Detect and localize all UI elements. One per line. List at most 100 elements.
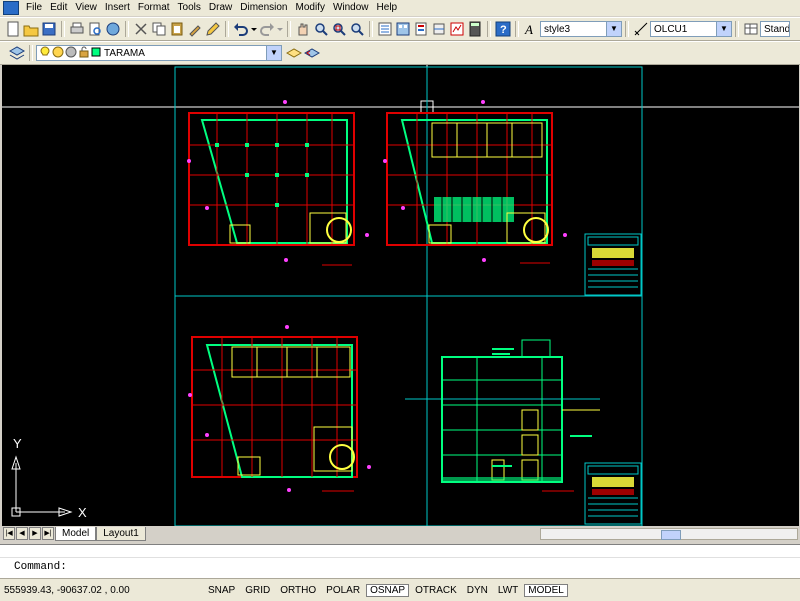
coordinate-readout[interactable]: 555939.43, -90637.02 , 0.00	[0, 585, 204, 596]
menu-format[interactable]: Format	[134, 0, 174, 16]
svg-text:?: ?	[500, 24, 507, 36]
next-tab-icon[interactable]: ▶	[29, 527, 41, 540]
menu-help[interactable]: Help	[373, 0, 402, 16]
menu-draw[interactable]: Draw	[205, 0, 236, 16]
menu-file[interactable]: File	[22, 0, 46, 16]
publish-icon[interactable]	[105, 21, 121, 37]
chevron-down-icon[interactable]: ▼	[606, 22, 621, 36]
open-icon[interactable]	[23, 21, 39, 37]
table-style-icon[interactable]	[743, 21, 759, 37]
chevron-down-icon[interactable]: ▼	[716, 22, 731, 36]
command-prompt[interactable]: Command:	[0, 558, 800, 576]
table-style-value: Stand	[764, 23, 789, 35]
status-bar: 555939.43, -90637.02 , 0.00 SNAP GRID OR…	[0, 578, 800, 601]
menu-bar: File Edit View Insert Format Tools Draw …	[0, 0, 800, 16]
command-history	[0, 545, 800, 558]
zoom-previous-icon[interactable]	[349, 21, 365, 37]
floor-plan-3	[188, 325, 371, 492]
otrack-toggle[interactable]: OTRACK	[411, 584, 461, 597]
floor-plan-1	[187, 100, 369, 266]
first-tab-icon[interactable]: |◀	[3, 527, 15, 540]
menu-view[interactable]: View	[71, 0, 101, 16]
zoom-window-icon[interactable]	[331, 21, 347, 37]
menu-window[interactable]: Window	[329, 0, 373, 16]
current-layer-name: TARAMA	[104, 47, 145, 59]
scrollbar-thumb[interactable]	[661, 530, 681, 540]
title-block-1	[584, 233, 642, 296]
undo-dropdown-icon[interactable]	[251, 21, 257, 37]
separator	[369, 21, 373, 37]
zoom-realtime-icon[interactable]	[313, 21, 329, 37]
save-icon[interactable]	[41, 21, 57, 37]
layers-toolbar: TARAMA ▼	[0, 41, 800, 65]
tool-palettes-icon[interactable]	[413, 21, 429, 37]
help-icon[interactable]: ?	[495, 21, 511, 37]
osnap-toggle[interactable]: OSNAP	[366, 583, 410, 597]
layer-thaw-icon	[52, 46, 64, 61]
menu-dimension[interactable]: Dimension	[236, 0, 291, 16]
ucs-y-label: Y	[13, 436, 22, 451]
menu-edit[interactable]: Edit	[46, 0, 71, 16]
layer-on-icon	[40, 45, 50, 61]
block-editor-icon[interactable]	[205, 21, 221, 37]
svg-text:A: A	[524, 22, 533, 37]
menu-modify[interactable]: Modify	[292, 0, 329, 16]
previous-tab-icon[interactable]: ◀	[16, 527, 28, 540]
menu-insert[interactable]: Insert	[101, 0, 134, 16]
separator	[29, 45, 33, 61]
chevron-down-icon[interactable]: ▼	[266, 46, 281, 60]
make-object-layer-current-icon[interactable]	[285, 45, 303, 61]
layer-previous-icon[interactable]	[303, 45, 321, 61]
grid-toggle[interactable]: GRID	[241, 584, 274, 597]
redo-dropdown-icon[interactable]	[277, 21, 283, 37]
building-section	[405, 339, 600, 492]
floor-plan-2	[383, 100, 567, 264]
separator	[515, 21, 519, 37]
snap-toggle[interactable]: SNAP	[204, 584, 239, 597]
design-center-icon[interactable]	[395, 21, 411, 37]
tab-layout1[interactable]: Layout1	[96, 526, 146, 541]
ortho-toggle[interactable]: ORTHO	[276, 584, 320, 597]
tab-model[interactable]: Model	[55, 526, 97, 541]
text-style-combo[interactable]: style3 ▼	[540, 21, 622, 37]
calculator-icon[interactable]	[467, 21, 483, 37]
lwt-toggle[interactable]: LWT	[494, 584, 522, 597]
polar-toggle[interactable]: POLAR	[322, 584, 364, 597]
layer-manager-icon[interactable]	[8, 45, 26, 61]
markup-icon[interactable]	[449, 21, 465, 37]
separator	[487, 21, 491, 37]
print-preview-icon[interactable]	[87, 21, 103, 37]
sheet-set-icon[interactable]	[431, 21, 447, 37]
menu-tools[interactable]: Tools	[174, 0, 205, 16]
dyn-toggle[interactable]: DYN	[463, 584, 492, 597]
text-style-icon[interactable]: A	[523, 21, 539, 37]
horizontal-scrollbar[interactable]	[540, 528, 798, 540]
dim-style-value: OLCU1	[654, 23, 688, 35]
paste-icon[interactable]	[169, 21, 185, 37]
match-properties-icon[interactable]	[187, 21, 203, 37]
dim-style-combo[interactable]: OLCU1 ▼	[650, 21, 732, 37]
redo-icon[interactable]	[259, 21, 275, 37]
separator	[225, 21, 229, 37]
ucs-icon	[11, 455, 73, 517]
last-tab-icon[interactable]: ▶|	[42, 527, 54, 540]
layer-color-swatch	[91, 47, 101, 60]
pan-icon[interactable]	[295, 21, 311, 37]
model-toggle[interactable]: MODEL	[524, 583, 568, 597]
undo-icon[interactable]	[233, 21, 249, 37]
table-style-combo[interactable]: Stand	[760, 21, 790, 37]
properties-icon[interactable]	[377, 21, 393, 37]
drawing-canvas[interactable]: Y X	[2, 65, 799, 526]
app-icon	[3, 1, 19, 15]
cut-icon[interactable]	[133, 21, 149, 37]
layer-lock-icon	[78, 46, 90, 61]
layer-combo[interactable]: TARAMA ▼	[36, 45, 282, 61]
ucs-x-label: X	[78, 505, 87, 520]
dim-style-icon[interactable]	[633, 21, 649, 37]
command-window[interactable]: Command:	[0, 544, 800, 579]
drawing-svg: Y X	[2, 65, 799, 526]
new-icon[interactable]	[5, 21, 21, 37]
copy-icon[interactable]	[151, 21, 167, 37]
print-icon[interactable]	[69, 21, 85, 37]
separator	[625, 21, 629, 37]
